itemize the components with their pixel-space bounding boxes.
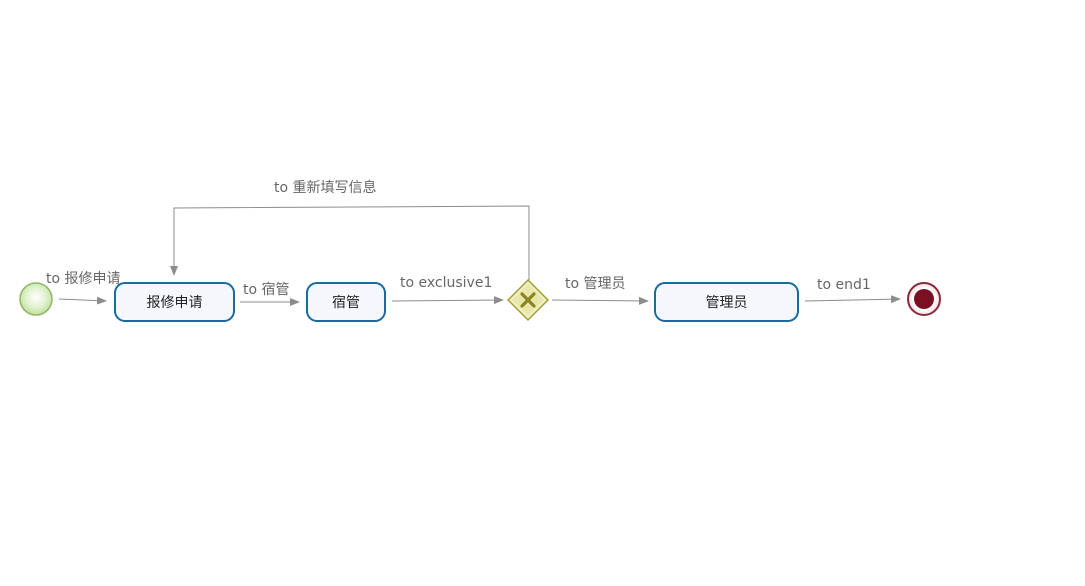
end-event[interactable] xyxy=(907,282,941,316)
edge-label-to-apply: to 报修申请 xyxy=(46,271,121,287)
task-dorm[interactable]: 宿管 xyxy=(306,282,386,322)
edge-label-to-admin: to 管理员 xyxy=(565,276,626,292)
start-event[interactable] xyxy=(19,282,53,316)
edge-to-admin[interactable] xyxy=(551,296,649,305)
edge-label-to-refill: to 重新填写信息 xyxy=(274,179,377,196)
task-apply-label: 报修申请 xyxy=(147,295,203,311)
edge-label-to-exclusive: to exclusive1 xyxy=(400,275,492,291)
process-diagram: to 报修申请 to 宿管 to exclusive1 to 重新填写信息 to… xyxy=(19,179,941,322)
edge-to-apply[interactable] xyxy=(58,296,107,305)
edge-to-exclusive[interactable] xyxy=(391,296,504,305)
edge-to-refill[interactable] xyxy=(170,205,530,281)
edge-label-to-dorm: to 宿管 xyxy=(243,281,290,298)
edge-to-end[interactable] xyxy=(804,295,901,304)
task-admin-label: 管理员 xyxy=(706,295,748,311)
task-dorm-label: 宿管 xyxy=(332,294,360,311)
task-apply[interactable]: 报修申请 xyxy=(114,282,235,322)
task-admin[interactable]: 管理员 xyxy=(654,282,799,322)
edge-label-to-end: to end1 xyxy=(817,277,871,293)
exclusive-gateway[interactable] xyxy=(506,278,550,322)
